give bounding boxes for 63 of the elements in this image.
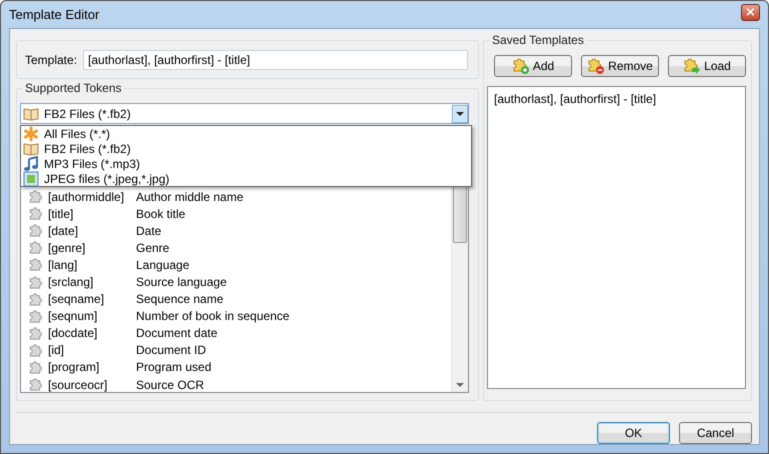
puzzle-piece-icon [27, 326, 43, 341]
music-note-icon [23, 156, 39, 172]
book-icon [23, 106, 39, 122]
puzzle-piece-icon [27, 240, 43, 256]
token-description[interactable]: Source language [136, 275, 451, 290]
token-name[interactable]: [date] [48, 224, 136, 238]
token-name[interactable]: [authormiddle] [48, 190, 136, 204]
remove-button[interactable]: Remove [581, 55, 659, 77]
puzzle-piece-icon [27, 257, 43, 272]
token-name[interactable]: [srclang] [48, 275, 136, 290]
ok-button[interactable]: OK [597, 422, 670, 444]
saved-template-item[interactable]: [authorlast], [authorfirst] - [title] [494, 92, 739, 106]
load-button[interactable]: Load [668, 55, 746, 77]
dropdown-option[interactable]: All Files (*.*) [21, 126, 471, 141]
token-description[interactable]: Document date [136, 326, 451, 340]
template-label: Template: [25, 52, 78, 66]
dropdown-option[interactable]: JPEG files (*.jpeg,*.jpg) [21, 171, 471, 186]
token-name[interactable]: [genre] [48, 240, 136, 255]
token-name[interactable]: [title] [48, 206, 136, 221]
token-description[interactable]: Author middle name [136, 190, 451, 204]
token-description[interactable]: Date [136, 224, 451, 238]
puzzle-piece-icon [27, 342, 43, 358]
puzzle-arrow-icon [683, 58, 702, 74]
puzzle-minus-icon [587, 58, 606, 74]
puzzle-piece-icon [27, 377, 43, 392]
dropdown-option[interactable]: FB2 Files (*.fb2) [21, 141, 471, 156]
group-title: Saved Templates [490, 33, 586, 47]
template-field[interactable]: [authorlast], [authorfirst] - [title] [83, 50, 468, 70]
window-title: Template Editor [9, 7, 100, 22]
cancel-button[interactable]: Cancel [679, 422, 752, 444]
asterisk-icon [23, 126, 39, 142]
puzzle-piece-icon [27, 360, 43, 375]
dropdown-arrow-icon[interactable] [452, 104, 468, 122]
token-description[interactable]: Language [136, 258, 451, 272]
image-icon [23, 170, 39, 186]
puzzle-piece-icon [27, 308, 43, 324]
token-name[interactable]: [docdate] [48, 326, 136, 340]
token-description[interactable]: Source OCR [136, 378, 451, 392]
puzzle-piece-icon [27, 292, 43, 307]
token-description[interactable]: Book title [136, 206, 451, 221]
add-button[interactable]: Add [494, 55, 572, 77]
book-icon [23, 140, 39, 156]
token-description[interactable]: Document ID [136, 343, 451, 358]
token-description[interactable]: Sequence name [136, 292, 451, 306]
puzzle-plus-icon [512, 58, 530, 74]
puzzle-piece-icon [27, 189, 43, 204]
file-type-dropdown[interactable]: FB2 Files (*.fb2) [20, 103, 469, 124]
token-name[interactable]: [seqnum] [48, 309, 136, 324]
token-name[interactable]: [program] [48, 360, 136, 374]
scroll-down-icon[interactable] [456, 383, 464, 387]
dropdown-value: FB2 Files (*.fb2) [44, 106, 132, 120]
token-name[interactable]: [lang] [48, 258, 136, 272]
token-name[interactable]: [sourceocr] [48, 378, 136, 392]
token-description[interactable]: Number of book in sequence [136, 309, 451, 324]
token-name[interactable]: [seqname] [48, 292, 136, 306]
token-description[interactable]: Genre [136, 240, 451, 255]
group-title: Supported Tokens [23, 81, 124, 95]
dropdown-option[interactable]: MP3 Files (*.mp3) [21, 156, 471, 171]
puzzle-piece-icon [27, 274, 43, 290]
token-description[interactable]: Program used [136, 360, 451, 374]
token-name[interactable]: [id] [48, 343, 136, 358]
puzzle-piece-icon [27, 223, 43, 238]
puzzle-piece-icon [27, 206, 43, 222]
